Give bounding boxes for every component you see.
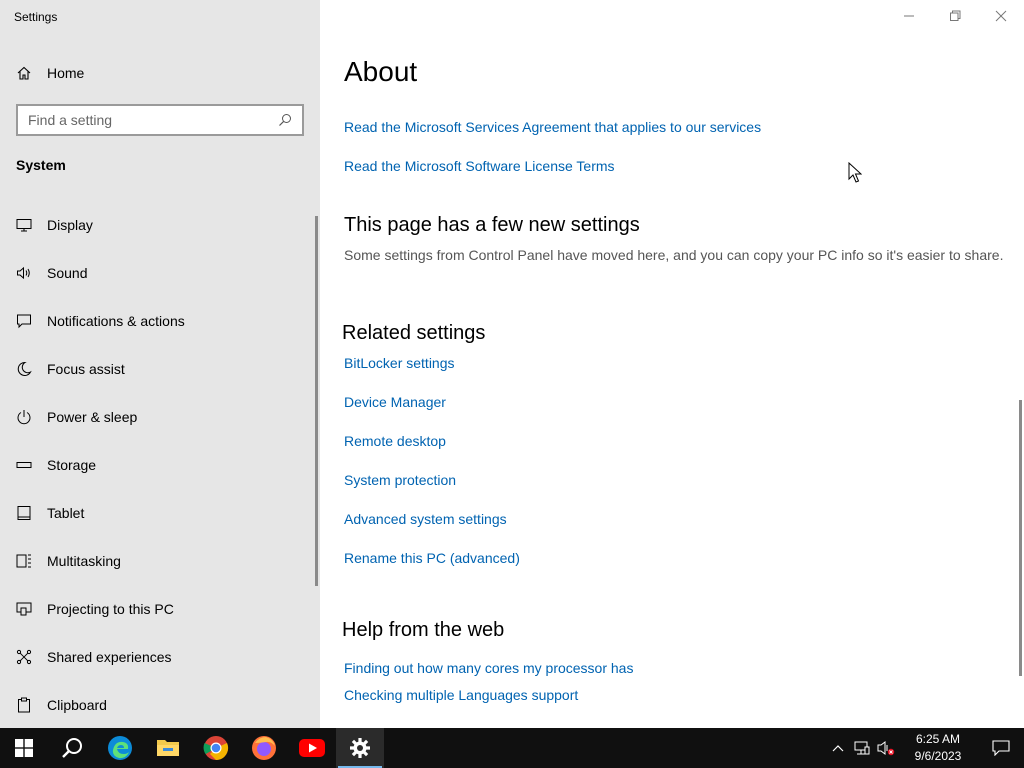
volume-button[interactable]: [874, 728, 898, 768]
settings-button[interactable]: [336, 728, 384, 768]
youtube-button[interactable]: [288, 728, 336, 768]
nav-list: Display Sound Notifications & actions Fo…: [0, 201, 316, 729]
speaker-icon: [17, 266, 30, 280]
languages-help-link[interactable]: Checking multiple Languages support: [344, 687, 578, 703]
clock[interactable]: 6:25 AM 9/6/2023: [898, 731, 978, 765]
message-icon: [17, 314, 31, 329]
sidebar-item-shared-experiences[interactable]: Shared experiences: [0, 633, 316, 681]
clipboard-icon: [18, 697, 30, 713]
sidebar-item-label: Notifications & actions: [47, 313, 185, 329]
sidebar-item-multitasking[interactable]: Multitasking: [0, 537, 316, 585]
storage-icon: [16, 462, 32, 468]
monitor-icon: [16, 219, 32, 232]
services-agreement-link[interactable]: Read the Microsoft Services Agreement th…: [344, 119, 761, 135]
sidebar-item-display[interactable]: Display: [0, 201, 316, 249]
sidebar-item-projecting[interactable]: Projecting to this PC: [0, 585, 316, 633]
network-icon: [854, 741, 870, 755]
restore-button[interactable]: [932, 0, 978, 32]
system-protection-link[interactable]: System protection: [344, 472, 456, 488]
search-icon: [62, 738, 82, 758]
restore-icon: [950, 10, 961, 21]
start-icon: [15, 739, 33, 757]
edge-button[interactable]: [96, 728, 144, 768]
sidebar-item-label: Display: [47, 217, 93, 233]
start-button[interactable]: [0, 728, 48, 768]
youtube-icon: [299, 739, 325, 757]
search-box[interactable]: [16, 104, 304, 136]
new-settings-heading: This page has a few new settings: [344, 214, 640, 236]
projecting-icon: [16, 602, 32, 616]
mouse-cursor-icon: [848, 162, 862, 183]
moon-icon: [17, 361, 32, 376]
volume-muted-icon: [877, 741, 895, 756]
show-hidden-icons-button[interactable]: [826, 728, 850, 768]
advanced-system-settings-link[interactable]: Advanced system settings: [344, 511, 507, 527]
home-label: Home: [47, 65, 85, 81]
firefox-icon: [252, 736, 276, 760]
network-button[interactable]: [850, 728, 874, 768]
system-tray: 6:25 AM 9/6/2023: [826, 728, 1024, 768]
help-heading: Help from the web: [342, 619, 505, 641]
taskbar: 6:25 AM 9/6/2023: [0, 728, 1024, 768]
edge-icon: [108, 736, 132, 760]
chrome-button[interactable]: [192, 728, 240, 768]
sidebar-item-focus-assist[interactable]: Focus assist: [0, 345, 316, 393]
tablet-icon: [17, 506, 31, 520]
main-scrollbar[interactable]: [1019, 400, 1022, 676]
minimize-button[interactable]: [886, 0, 932, 32]
window-controls: [886, 0, 1024, 32]
firefox-button[interactable]: [240, 728, 288, 768]
remote-desktop-link[interactable]: Remote desktop: [344, 433, 446, 449]
taskbar-search-button[interactable]: [48, 728, 96, 768]
sidebar-item-storage[interactable]: Storage: [0, 441, 316, 489]
close-button[interactable]: [978, 0, 1024, 32]
device-manager-link[interactable]: Device Manager: [344, 394, 446, 410]
file-explorer-icon: [157, 740, 179, 756]
sidebar-item-notifications[interactable]: Notifications & actions: [0, 297, 316, 345]
page-title: About: [344, 56, 418, 87]
sidebar-item-label: Power & sleep: [47, 409, 138, 425]
minimize-icon: [904, 15, 914, 17]
section-title: System: [16, 157, 66, 173]
clock-time: 6:25 AM: [915, 732, 961, 746]
sidebar-item-tablet[interactable]: Tablet: [0, 489, 316, 537]
sidebar-item-sound[interactable]: Sound: [0, 249, 316, 297]
cores-help-link[interactable]: Finding out how many cores my processor …: [344, 660, 633, 676]
home-icon: [17, 66, 31, 80]
shared-icon: [16, 649, 32, 665]
settings-icon: [350, 738, 370, 758]
rename-pc-link[interactable]: Rename this PC (advanced): [344, 550, 520, 566]
chevron-up-icon: [832, 745, 844, 752]
sidebar-item-clipboard[interactable]: Clipboard: [0, 681, 316, 729]
license-terms-link[interactable]: Read the Microsoft Software License Term…: [344, 158, 615, 174]
sidebar: Settings Home System Display Sound Notif…: [0, 0, 320, 728]
bitlocker-settings-link[interactable]: BitLocker settings: [344, 355, 455, 371]
sidebar-item-label: Projecting to this PC: [47, 601, 174, 617]
new-settings-description: Some settings from Control Panel have mo…: [344, 247, 1004, 263]
sidebar-item-label: Sound: [47, 265, 88, 281]
sidebar-item-label: Focus assist: [47, 361, 125, 377]
sidebar-item-label: Storage: [47, 457, 97, 473]
home-nav-item[interactable]: Home: [16, 62, 84, 84]
action-center-button[interactable]: [978, 728, 1024, 768]
chrome-icon: [203, 736, 229, 761]
sidebar-item-label: Clipboard: [47, 697, 107, 713]
file-explorer-button[interactable]: [144, 728, 192, 768]
close-icon: [995, 10, 1007, 22]
sidebar-item-label: Shared experiences: [47, 649, 172, 665]
power-icon: [17, 410, 31, 425]
sidebar-item-label: Multitasking: [47, 553, 121, 569]
multitasking-icon: [16, 554, 31, 568]
notification-icon: [992, 740, 1010, 756]
sidebar-scrollbar[interactable]: [315, 216, 318, 586]
related-settings-heading: Related settings: [342, 322, 486, 344]
app-title: Settings: [14, 10, 58, 24]
search-input[interactable]: [28, 112, 278, 128]
sidebar-item-power-sleep[interactable]: Power & sleep: [0, 393, 316, 441]
clock-date: 9/6/2023: [914, 749, 962, 763]
search-icon[interactable]: [278, 113, 292, 127]
sidebar-item-label: Tablet: [47, 505, 85, 521]
